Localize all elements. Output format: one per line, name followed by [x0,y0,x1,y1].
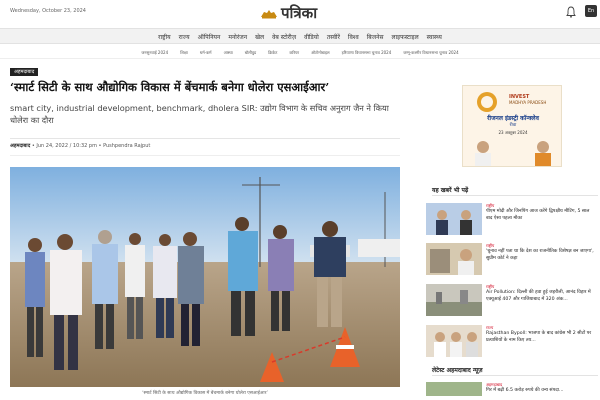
news-title[interactable]: Air Pollution: दिल्ली की हवा हुई जहरीली,… [486,290,596,303]
subnav-item[interactable]: शिक्षा [180,50,188,56]
byline-meta: • Jun 24, 2022 / 10:32 pm • Pushpendra R… [30,143,151,149]
divider [10,155,400,156]
nav-item[interactable]: राष्ट्रीय [158,33,171,41]
advertisement-banner[interactable]: INVEST MADHYA PRADESH रीजनल इंडस्ट्री कॉ… [462,85,562,167]
news-thumbnail [426,203,482,235]
ad-line-4: रीवा [509,123,517,128]
category-tag[interactable]: अहमदाबाद [10,68,39,76]
related-news-item[interactable]: राष्ट्रीय पीएम मोदी और जिनपिंग आज करेंगे… [426,203,598,237]
nav-item[interactable]: बिजनेस [367,33,384,41]
patrika-logo[interactable]: पत्रिका [260,3,317,23]
nav-item[interactable]: वेब स्टोरीज़ [272,33,296,41]
news-title[interactable]: Rajasthan Bypoll: भाजपा के बाद कांग्रेस … [486,331,596,344]
divider [432,195,598,196]
nav-item[interactable]: स्वास्थ्य [427,33,442,41]
subnav-item[interactable]: धर्म-कर्म [200,50,212,56]
nav-item[interactable]: लाइफस्टाइल [392,33,419,41]
byline-city[interactable]: अहमदाबाद [10,143,30,149]
related-news-item[interactable]: राष्ट्रीय 'चुनाव नहीं पता था कि देश का र… [426,243,598,277]
related-news-item[interactable]: राज्य Rajasthan Bypoll: भाजपा के बाद कां… [426,325,598,359]
news-thumbnail [426,382,482,396]
sub-nav: जनसुनवाई 2024 शिक्षा धर्म-कर्म आस्था बॉल… [0,47,600,59]
subnav-item[interactable]: करियर [289,50,299,56]
lion-emblem-icon [261,10,277,19]
latest-news-item[interactable]: अहमदाबाद गिर में बढ़ी 6.5 करोड़ रुपये की… [426,382,598,396]
ad-line-5: 23 अक्टूबर 2024 [498,130,528,135]
news-title[interactable]: गिर में बढ़ी 6.5 करोड़ रुपये की वन्य संप… [486,388,596,395]
ad-line-2: MADHYA PRADESH [509,100,547,105]
news-thumbnail [426,243,482,275]
subnav-item[interactable]: हरियाणा विधानसभा चुनाव 2024 [342,50,392,56]
nav-item[interactable]: मनोरंजन [228,33,247,41]
nav-item[interactable]: राज्य [179,33,190,41]
nav-item[interactable]: ऑपिनियन [198,33,221,41]
ad-line-3: रीजनल इंडस्ट्री कॉन्क्लेव [487,115,539,122]
latest-news-heading: लेटेस्ट अहमदाबाद न्यूज़ [432,367,483,374]
notification-bell-icon[interactable] [566,6,576,18]
ad-portraits [475,141,551,166]
divider [432,375,598,376]
subnav-item[interactable]: बॉलीवुड [245,50,256,56]
related-news-heading: यह खबरें भी पढ़ें [432,187,469,194]
language-switch-button[interactable]: En [585,5,597,17]
article-byline: अहमदाबाद • Jun 24, 2022 / 10:32 pm • Pus… [10,143,150,149]
news-title[interactable]: 'चुनाव नहीं पता था कि देश का राजनीतिक वि… [486,249,596,262]
nav-item[interactable]: तस्वीरें [327,33,340,41]
mp-emblem-icon [477,92,497,112]
article-photo [10,167,400,387]
nav-item[interactable]: वीडियो [304,33,319,41]
related-news-item[interactable]: राष्ट्रीय Air Pollution: दिल्ली की हवा ह… [426,284,598,318]
article-subhead: smart city, industrial development, benc… [10,103,389,125]
top-bar: Wednesday, October 23, 2024 पत्रिका En [0,0,600,26]
nav-item[interactable]: विश्व [348,33,359,41]
subnav-item[interactable]: ऑटोमोबाइल [311,50,330,56]
subnav-item[interactable]: जनसुनवाई 2024 [141,50,168,56]
subnav-item[interactable]: आस्था [224,50,233,56]
divider [10,138,400,139]
logo-text: पत्रिका [281,3,318,22]
site-visit-photo [10,167,400,387]
news-thumbnail [426,284,482,316]
main-nav: राष्ट्रीय राज्य ऑपिनियन मनोरंजन खेल वेब … [0,28,600,44]
photo-caption: ‘स्मार्ट सिटी के साथ औद्योगिक विकास में … [142,391,268,396]
current-date: Wednesday, October 23, 2024 [10,8,86,14]
news-title[interactable]: पीएम मोदी और जिनपिंग आज करेंगे द्विपक्षी… [486,209,596,222]
news-thumbnail [426,325,482,357]
subnav-item[interactable]: क्रिकेट [268,50,277,56]
nav-item[interactable]: खेल [255,33,264,41]
subnav-item[interactable]: जम्मू-कश्मीर विधानसभा चुनाव 2024 [403,50,458,56]
article-headline: ‘स्मार्ट सिटी के साथ औद्योगिक विकास में … [10,80,330,94]
